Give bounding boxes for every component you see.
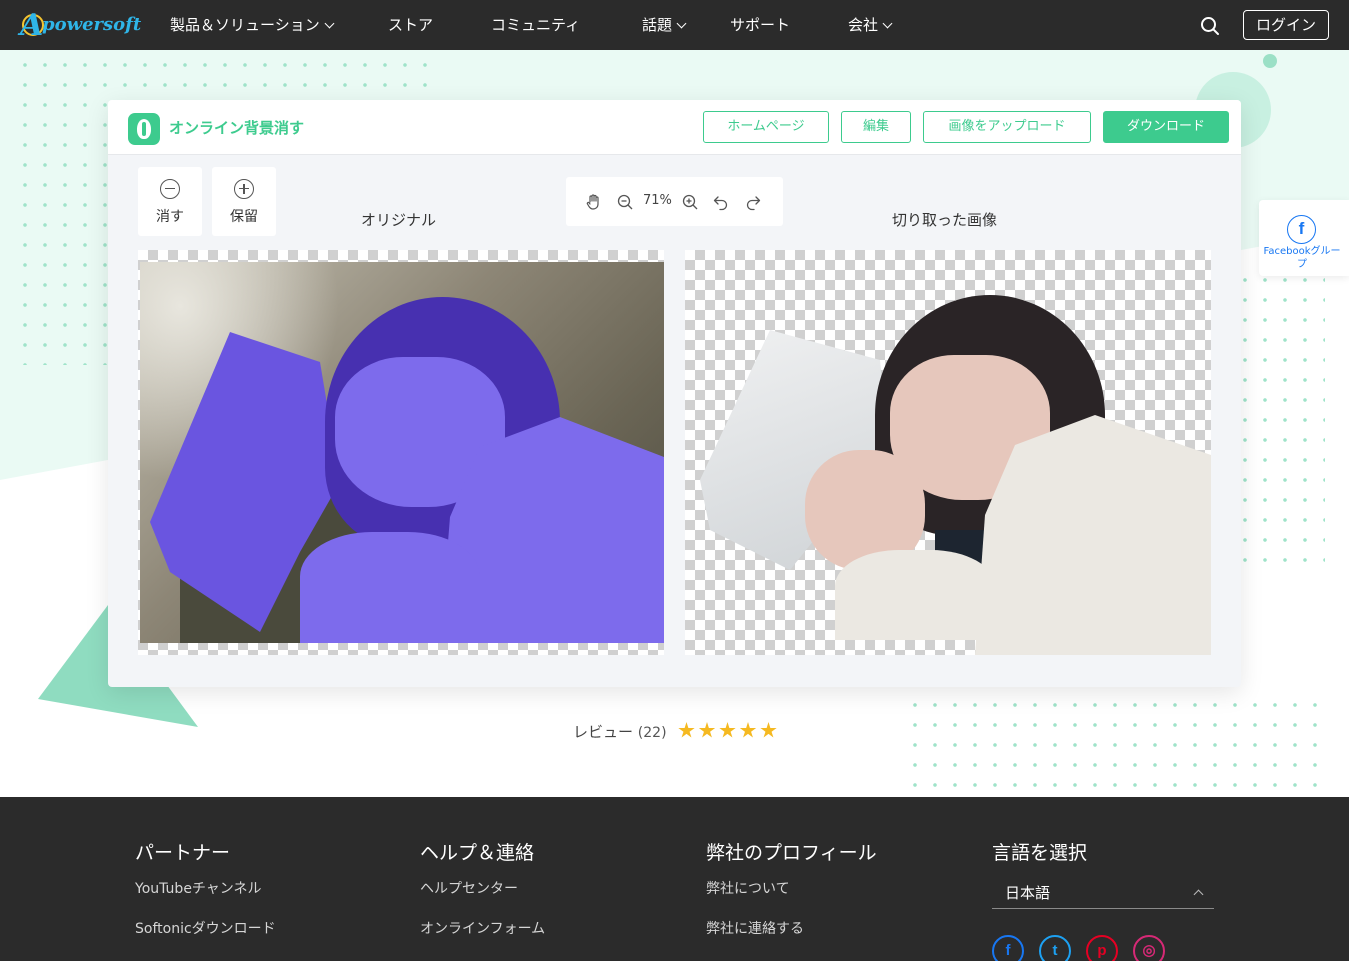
zoom-toolbar: 71% bbox=[566, 177, 783, 226]
facebook-icon: f bbox=[1287, 215, 1316, 244]
facebook-group-tab[interactable]: f Facebookグループ bbox=[1259, 200, 1349, 276]
review-count: (22) bbox=[637, 725, 667, 741]
login-button[interactable]: ログイン bbox=[1243, 10, 1329, 40]
cutout-image-canvas[interactable] bbox=[685, 250, 1211, 655]
footer-link-about[interactable]: 弊社について bbox=[706, 878, 790, 898]
nav-products-solutions[interactable]: 製品＆ソリューション bbox=[170, 14, 335, 35]
top-navigation: A powersoft 製品＆ソリューション ストア コミュニティ 話題 サポー… bbox=[0, 0, 1349, 50]
nav-store[interactable]: ストア bbox=[388, 14, 433, 35]
keep-tool-button[interactable]: 保留 bbox=[212, 167, 276, 236]
footer-link-contact[interactable]: 弊社に連絡する bbox=[706, 918, 804, 938]
hand-icon[interactable] bbox=[585, 193, 603, 211]
cutout-arm bbox=[835, 550, 995, 640]
zoom-level: 71% bbox=[643, 193, 672, 208]
chevron-up-icon bbox=[1193, 889, 1204, 900]
footer-link-softonic[interactable]: Softonicダウンロード bbox=[135, 918, 276, 938]
zoom-out-icon[interactable] bbox=[616, 193, 634, 211]
nav-support[interactable]: サポート bbox=[730, 14, 790, 35]
instagram-icon[interactable]: ◎ bbox=[1133, 935, 1165, 961]
review-summary: レビュー (22) bbox=[573, 723, 667, 741]
editor-header: オンライン背景消す ホームページ 編集 画像をアップロード ダウンロード bbox=[108, 100, 1241, 155]
star-icon bbox=[739, 722, 757, 738]
footer-link-online-form[interactable]: オンラインフォーム bbox=[420, 918, 545, 938]
footer-heading-language: 言語を選択 bbox=[992, 842, 1088, 864]
footer-heading-help: ヘルプ＆連絡 bbox=[420, 842, 535, 864]
app-title: オンライン背景消す bbox=[169, 119, 305, 137]
plus-circle-icon bbox=[234, 179, 254, 199]
decor-circle bbox=[1263, 54, 1277, 68]
footer: パートナー YouTubeチャンネル Softonicダウンロード ヘルプ＆連絡… bbox=[0, 797, 1349, 961]
redo-icon[interactable] bbox=[744, 193, 762, 211]
footer-link-youtube[interactable]: YouTubeチャンネル bbox=[135, 878, 262, 898]
homepage-button[interactable]: ホームページ bbox=[703, 111, 829, 143]
undo-icon[interactable] bbox=[712, 193, 730, 211]
twitter-icon[interactable]: t bbox=[1039, 935, 1071, 961]
nav-company[interactable]: 会社 bbox=[848, 14, 893, 35]
footer-heading-partners: パートナー bbox=[135, 842, 231, 864]
mask-arm bbox=[300, 532, 480, 643]
edit-button[interactable]: 編集 bbox=[841, 111, 911, 143]
original-label: オリジナル bbox=[361, 211, 437, 229]
download-button[interactable]: ダウンロード bbox=[1103, 111, 1229, 143]
dot-pattern bbox=[905, 695, 1325, 795]
zoom-in-icon[interactable] bbox=[681, 193, 699, 211]
search-icon[interactable] bbox=[1199, 15, 1221, 37]
original-photo bbox=[140, 262, 664, 643]
nav-community[interactable]: コミュニティ bbox=[491, 14, 580, 35]
star-icon bbox=[698, 722, 716, 738]
language-select[interactable]: 日本語 bbox=[992, 877, 1214, 909]
star-rating[interactable] bbox=[678, 722, 781, 743]
facebook-icon[interactable]: f bbox=[992, 935, 1024, 961]
chevron-down-icon bbox=[882, 18, 893, 29]
nav-topics[interactable]: 話題 bbox=[642, 14, 687, 35]
erase-tool-button[interactable]: 消す bbox=[138, 167, 202, 236]
star-icon bbox=[678, 722, 695, 738]
minus-circle-icon bbox=[160, 179, 180, 199]
footer-heading-profile: 弊社のプロフィール bbox=[706, 842, 877, 864]
chevron-down-icon bbox=[676, 18, 687, 29]
chevron-down-icon bbox=[324, 18, 335, 29]
footer-link-help-center[interactable]: ヘルプセンター bbox=[420, 878, 518, 898]
cutout-label: 切り取った画像 bbox=[892, 211, 998, 229]
app-logo-icon bbox=[128, 113, 160, 145]
original-image-canvas[interactable] bbox=[138, 250, 664, 655]
pinterest-icon[interactable]: p bbox=[1086, 935, 1118, 961]
star-icon bbox=[719, 722, 736, 738]
apowersoft-logo[interactable]: A powersoft bbox=[20, 8, 148, 43]
background-remover-editor: オンライン背景消す ホームページ 編集 画像をアップロード ダウンロード 消す … bbox=[108, 100, 1241, 687]
star-icon bbox=[760, 722, 777, 738]
upload-image-button[interactable]: 画像をアップロード bbox=[923, 111, 1091, 143]
